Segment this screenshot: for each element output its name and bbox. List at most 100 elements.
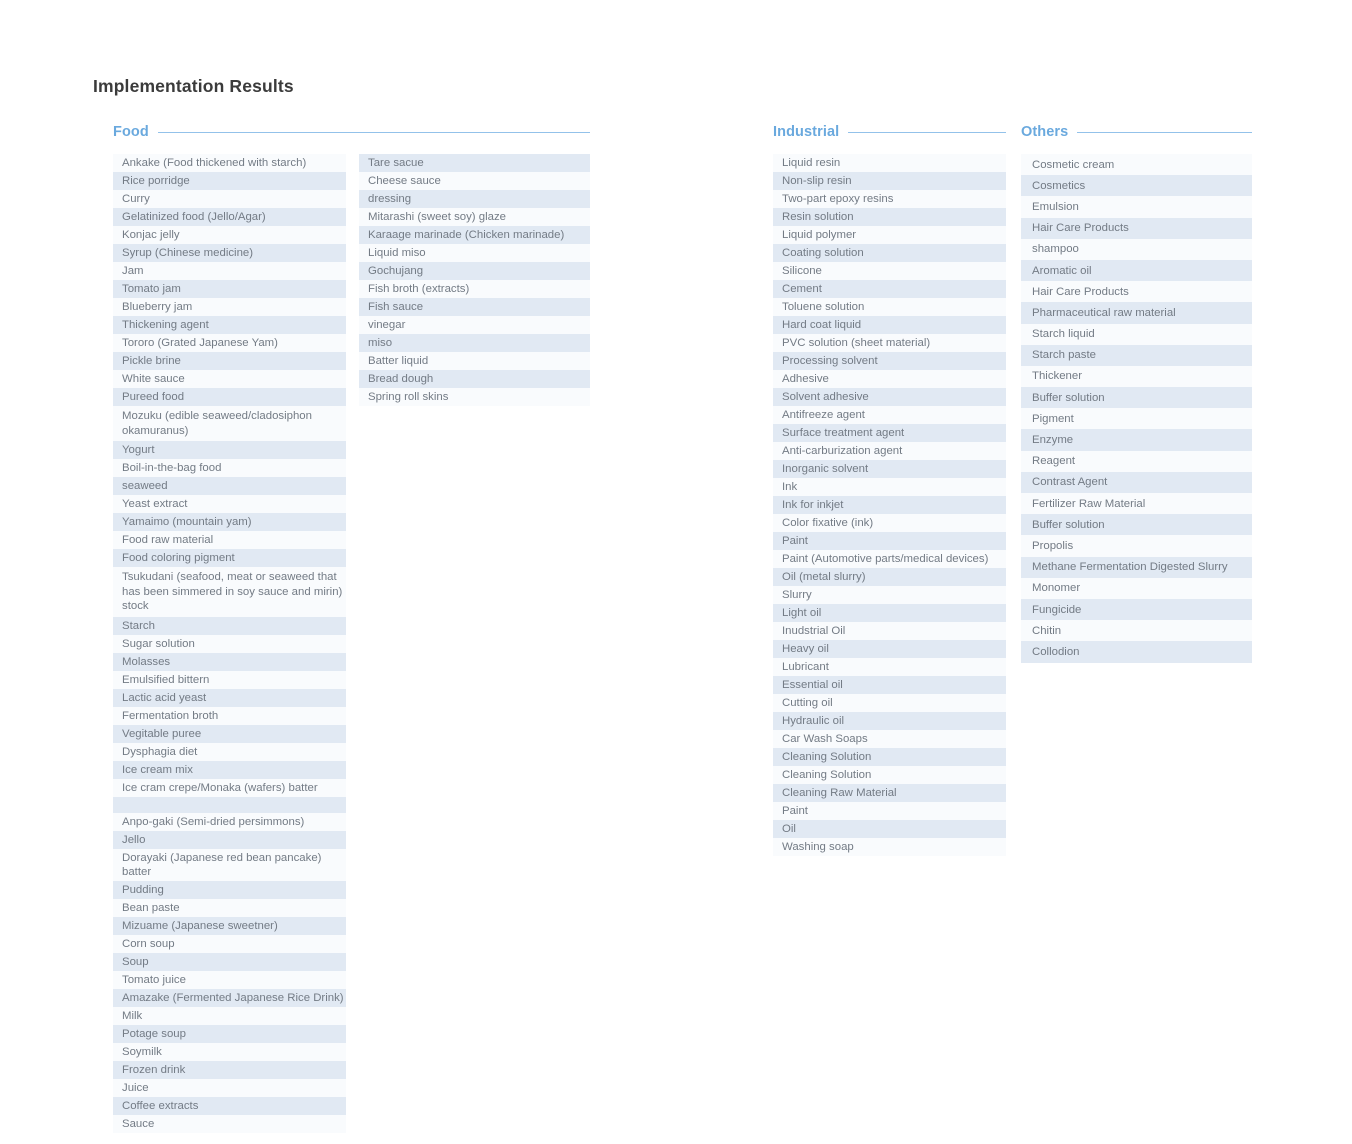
list-item: Essential oil	[773, 676, 1006, 694]
list-item: Yeast extract	[113, 495, 346, 513]
list-item: Slurry	[773, 586, 1006, 604]
list-item: shampoo	[1021, 238, 1252, 260]
list-item: Anti-carburization agent	[773, 442, 1006, 460]
page-title: Implementation Results	[93, 76, 294, 96]
list-item: Mitarashi (sweet soy) glaze	[359, 208, 590, 226]
section-industrial-header: Industrial	[773, 122, 1006, 142]
list-item: Ankake (Food thickened with starch)	[113, 154, 346, 172]
list-item: Cement	[773, 280, 1006, 298]
list-item: Paint (Automotive parts/medical devices)	[773, 550, 1006, 568]
list-item: Non-slip resin	[773, 172, 1006, 190]
list-item: Starch paste	[1021, 344, 1252, 366]
list-item: Oil (metal slurry)	[773, 568, 1006, 586]
list-item: Hard coat liquid	[773, 316, 1006, 334]
section-food-columns: Ankake (Food thickened with starch) Rice …	[113, 154, 590, 1133]
list-item: vinegar	[359, 316, 590, 334]
page-root: Implementation Results Food Ankake (Food…	[0, 0, 1352, 1144]
section-food-header: Food	[113, 122, 590, 142]
list-item: Thickener	[1021, 365, 1252, 388]
section-others-title: Others	[1021, 124, 1069, 140]
section-food-rule	[157, 131, 590, 133]
list-item: Curry	[113, 190, 346, 208]
list-item: Gelatinized food (Jello/Agar)	[113, 208, 346, 226]
list-item: Bread dough	[359, 370, 590, 388]
list-item: Toluene solution	[773, 298, 1006, 316]
list-item: Liquid miso	[359, 244, 590, 262]
section-others-rule	[1077, 131, 1252, 133]
section-industrial-title: Industrial	[773, 124, 840, 140]
list-item: Antifreeze agent	[773, 406, 1006, 424]
list-item: Light oil	[773, 604, 1006, 622]
list-item: Batter liquid	[359, 352, 590, 370]
list-item: Mozuku (edible seaweed/cladosiphon okamu…	[113, 406, 346, 441]
list-item: Collodion	[1021, 641, 1252, 663]
list-item: Cosmetic cream	[1021, 154, 1252, 176]
list-item: Surface treatment agent	[773, 424, 1006, 442]
section-industrial: Industrial Liquid resin Non-slip resin Two…	[773, 122, 1006, 856]
list-item: Starch liquid	[1021, 323, 1252, 345]
list-item: Cheese sauce	[359, 172, 590, 190]
list-item: Paint	[773, 532, 1006, 550]
list-item: Paint	[773, 802, 1006, 820]
list-item: Blueberry jam	[113, 298, 346, 316]
list-item: Tsukudani (seafood, meat or seaweed that…	[113, 567, 346, 617]
list-item: Fish sauce	[359, 298, 590, 316]
list-item: Starch	[113, 616, 346, 635]
list-item: Boil-in-the-bag food	[113, 459, 346, 477]
list-item: Monomer	[1021, 577, 1252, 599]
list-item: Ice cram crepe/Monaka (wafers) batter	[113, 778, 346, 797]
list-column-industrial-1: Liquid resin Non-slip resin Two-part epoxy…	[773, 154, 1006, 856]
list-item: Fermentation broth	[113, 706, 346, 725]
list-item: Gochujang	[359, 262, 590, 280]
list-item: Corn soup	[113, 934, 346, 953]
list-item: Aromatic oil	[1021, 259, 1252, 282]
list-item: Jello	[113, 830, 346, 849]
list-column-food-1: Ankake (Food thickened with starch) Rice …	[113, 154, 346, 1133]
list-item: Fertilizer Raw Material	[1021, 493, 1252, 515]
section-others-columns: Cosmetic cream Cosmetics Emulsion Hair Care…	[1021, 154, 1252, 663]
list-item: Heavy oil	[773, 640, 1006, 658]
list-item: Hair Care Products	[1021, 217, 1252, 239]
list-item: Reagent	[1021, 450, 1252, 472]
list-item	[113, 796, 346, 813]
list-item: Car Wash Soaps	[773, 730, 1006, 748]
list-item: Color fixative (ink)	[773, 514, 1006, 532]
list-item: Anpo-gaki (Semi-dried persimmons)	[113, 812, 346, 831]
list-item: Cleaning Solution	[773, 748, 1006, 766]
section-food: Food Ankake (Food thickened with starch)…	[113, 122, 590, 1133]
list-item: Buffer solution	[1021, 387, 1252, 409]
list-item: Soup	[113, 952, 346, 971]
list-item: Tomato juice	[113, 970, 346, 989]
list-item: Thickening agent	[113, 316, 346, 334]
section-food-title: Food	[113, 124, 149, 140]
list-item: Vegitable puree	[113, 724, 346, 743]
list-item: Potage soup	[113, 1024, 346, 1043]
list-item: seaweed	[113, 477, 346, 495]
list-item: Hair Care Products	[1021, 281, 1252, 303]
list-item: Molasses	[113, 652, 346, 671]
list-item: Tomato jam	[113, 280, 346, 298]
list-item: Buffer solution	[1021, 514, 1252, 536]
list-item: Soymilk	[113, 1042, 346, 1061]
list-item: Ink	[773, 478, 1006, 496]
list-item: PVC solution (sheet material)	[773, 334, 1006, 352]
list-item: Adhesive	[773, 370, 1006, 388]
list-column-others-1: Cosmetic cream Cosmetics Emulsion Hair Care…	[1021, 154, 1252, 663]
list-item: Yamaimo (mountain yam)	[113, 513, 346, 531]
list-item: Fish broth (extracts)	[359, 280, 590, 298]
list-item: Two-part epoxy resins	[773, 190, 1006, 208]
list-item: dressing	[359, 190, 590, 208]
section-industrial-columns: Liquid resin Non-slip resin Two-part epoxy…	[773, 154, 1006, 856]
list-item: Propolis	[1021, 535, 1252, 557]
list-item: Pharmaceutical raw material	[1021, 302, 1252, 324]
list-item: Amazake (Fermented Japanese Rice Drink)	[113, 988, 346, 1007]
list-item: Yogurt	[113, 441, 346, 459]
list-item: Resin solution	[773, 208, 1006, 226]
list-item: Tare sacue	[359, 154, 590, 172]
list-item: miso	[359, 334, 590, 352]
list-item: Tororo (Grated Japanese Yam)	[113, 334, 346, 352]
list-item: Milk	[113, 1006, 346, 1025]
list-item: Processing solvent	[773, 352, 1006, 370]
list-item: Liquid resin	[773, 154, 1006, 172]
list-item: Chitin	[1021, 620, 1252, 642]
